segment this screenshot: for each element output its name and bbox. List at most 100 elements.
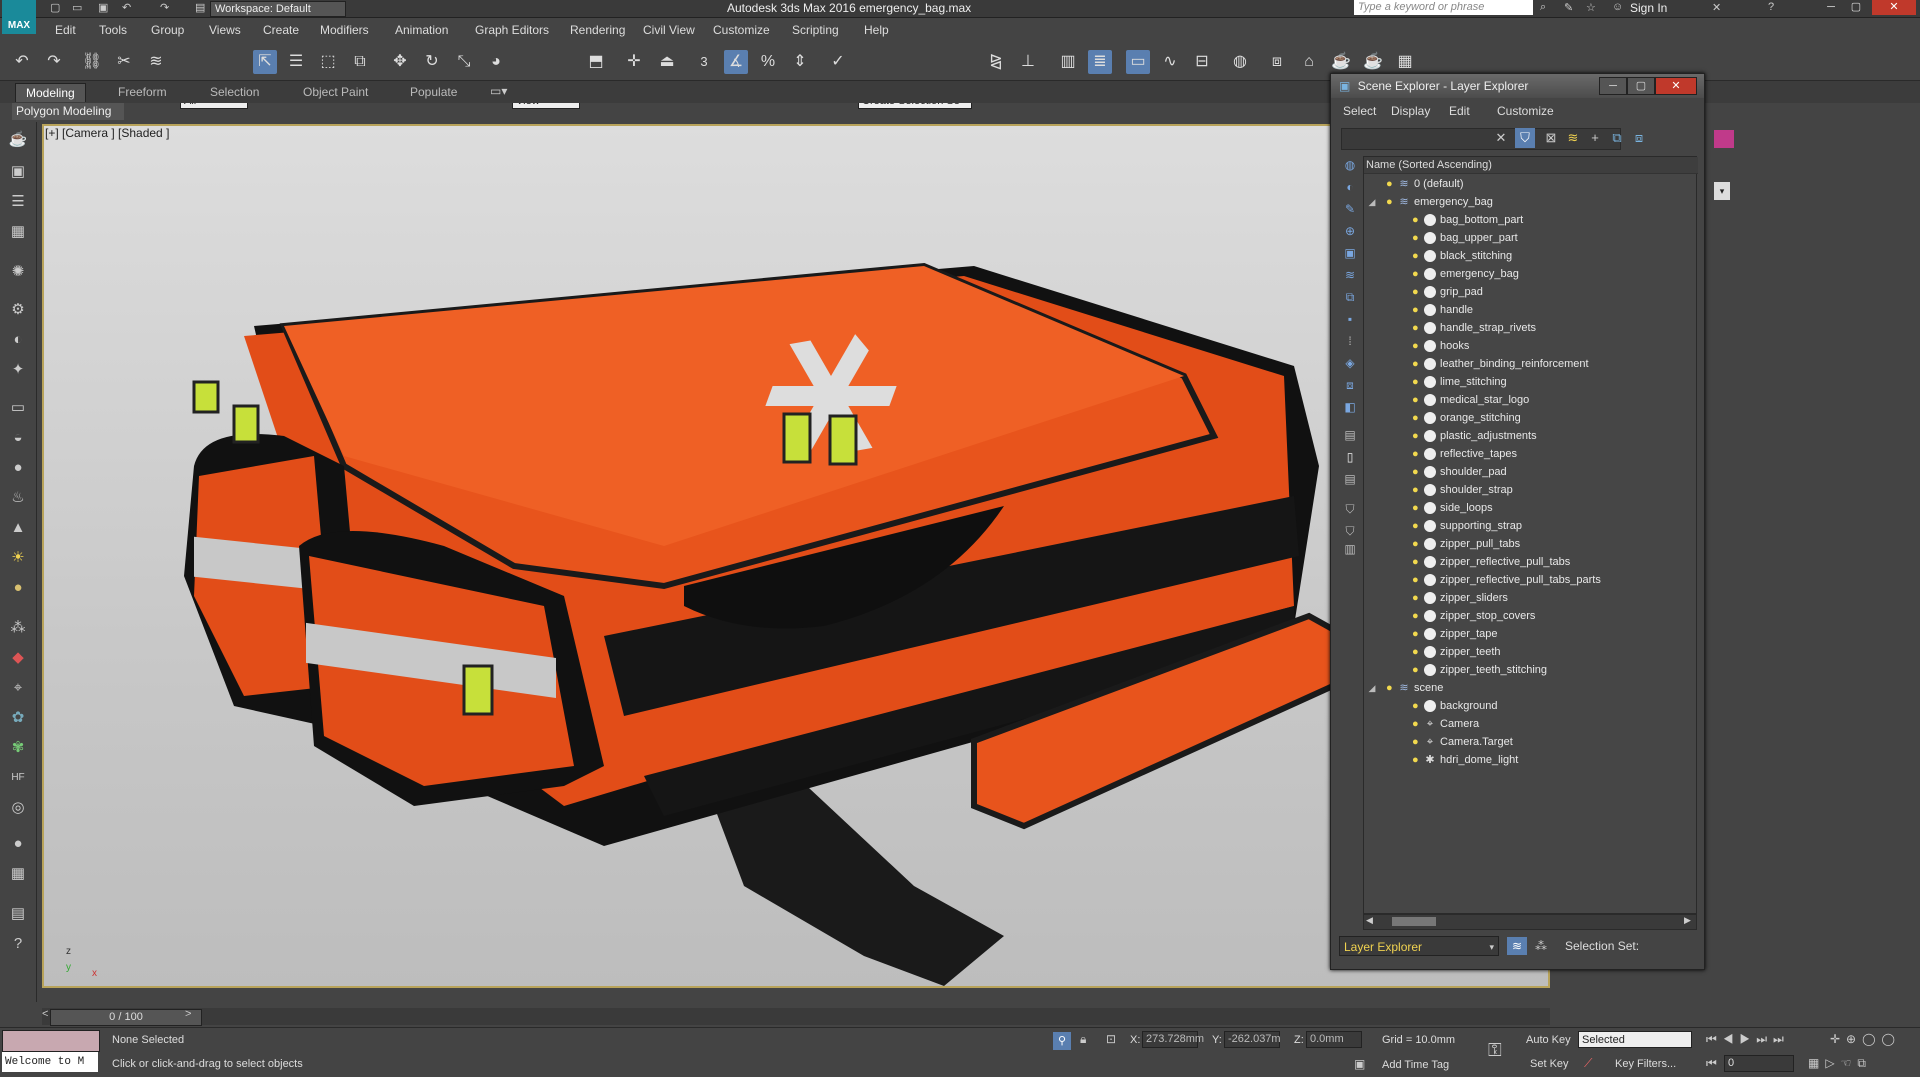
open-file-icon[interactable]: ▭: [72, 1, 82, 15]
layer-row[interactable]: ◢ ● ≋ emergency_bag: [1364, 193, 1696, 211]
motion-icon[interactable]: ◐: [6, 328, 30, 352]
menu-create[interactable]: Create: [263, 23, 299, 37]
object-row[interactable]: ● bag_upper_part: [1364, 229, 1696, 247]
filter-shapes-icon[interactable]: ✎: [1340, 200, 1360, 218]
visibility-bulb-icon[interactable]: ●: [1412, 409, 1422, 427]
time-prev-icon[interactable]: <: [42, 1008, 48, 1020]
se-close-button[interactable]: ✕: [1655, 77, 1697, 95]
menu-rendering[interactable]: Rendering: [570, 23, 625, 37]
app-logo[interactable]: MAX: [2, 0, 36, 34]
visibility-bulb-icon[interactable]: ●: [1412, 517, 1422, 535]
current-frame-field[interactable]: 0: [1724, 1055, 1794, 1072]
add-time-tag[interactable]: Add Time Tag: [1382, 1059, 1449, 1071]
rendered-frame-icon[interactable]: ⌂: [1297, 50, 1321, 74]
key-filters-button[interactable]: Key Filters...: [1615, 1058, 1676, 1070]
highlight-layer-icon[interactable]: ⧈: [1629, 128, 1649, 148]
object-row[interactable]: ● zipper_teeth_stitching: [1364, 661, 1696, 679]
object-row[interactable]: ● orange_stitching: [1364, 409, 1696, 427]
menu-views[interactable]: Views: [209, 23, 241, 37]
pyramid-icon[interactable]: ▲: [6, 516, 30, 540]
object-row[interactable]: ● ⌖ Camera: [1364, 715, 1696, 733]
visibility-bulb-icon[interactable]: ●: [1412, 247, 1422, 265]
unlink-icon[interactable]: ✂: [112, 50, 136, 74]
visibility-bulb-icon[interactable]: ●: [1412, 661, 1422, 679]
visibility-bulb-icon[interactable]: ●: [1412, 571, 1422, 589]
filter-list-icon[interactable]: ▤: [1340, 426, 1360, 444]
se-menu-edit[interactable]: Edit: [1449, 104, 1470, 118]
cone-icon[interactable]: ◒: [6, 426, 30, 450]
render-setup-icon[interactable]: ⧈: [1265, 50, 1289, 74]
table-icon[interactable]: ▦: [6, 862, 30, 886]
filter-geometry-icon[interactable]: ◐: [1340, 178, 1360, 196]
viewport-nav-controls[interactable]: ✛⊕◯◯: [1830, 1032, 1901, 1046]
se-menu-select[interactable]: Select: [1343, 104, 1376, 118]
render-online-icon[interactable]: ▦: [1393, 50, 1417, 74]
mirror-icon[interactable]: ⧎: [984, 50, 1008, 74]
menu-customize[interactable]: Customize: [713, 23, 770, 37]
display-icon[interactable]: ⚙: [6, 298, 30, 322]
visibility-bulb-icon[interactable]: ●: [1412, 535, 1422, 553]
spinner-snap-icon[interactable]: ⇕: [788, 50, 812, 74]
object-row[interactable]: ● hooks: [1364, 337, 1696, 355]
keyboard-shortcut-icon[interactable]: ⏏: [655, 50, 679, 74]
menu-edit[interactable]: Edit: [55, 23, 76, 37]
geosphere-icon[interactable]: ●: [6, 576, 30, 600]
help-icon[interactable]: ?: [1768, 1, 1774, 15]
edit-named-selection-icon[interactable]: ✓: [826, 50, 850, 74]
visibility-bulb-icon[interactable]: ●: [1412, 481, 1422, 499]
hair-icon[interactable]: ◎: [6, 796, 30, 820]
material-editor-icon[interactable]: ◍: [1228, 50, 1252, 74]
time-tag-icon[interactable]: ▣: [1354, 1057, 1365, 1071]
scroll-left-icon[interactable]: ◀: [1366, 915, 1373, 926]
menu-scripting[interactable]: Scripting: [792, 23, 839, 37]
visibility-bulb-icon[interactable]: ●: [1412, 229, 1422, 247]
visibility-bulb-icon[interactable]: ●: [1412, 283, 1422, 301]
menu-modifiers[interactable]: Modifiers: [320, 23, 369, 37]
filter-all-icon[interactable]: ◍: [1340, 156, 1360, 174]
curve-editor-icon[interactable]: ∿: [1158, 50, 1182, 74]
light-bulb-icon[interactable]: ✺: [6, 260, 30, 284]
layer-explorer-icon[interactable]: ≣: [1088, 50, 1112, 74]
filter-sheet-icon[interactable]: ▤: [1340, 470, 1360, 488]
y-coord-field[interactable]: -262.037m: [1224, 1031, 1281, 1048]
selection-lock-icon[interactable]: 🔒︎: [1080, 1032, 1086, 1047]
object-color-swatch[interactable]: [1714, 130, 1734, 148]
key-icon[interactable]: ⚿: [1488, 1040, 1502, 1061]
tab-object-paint[interactable]: Object Paint: [293, 83, 378, 101]
visibility-bulb-icon[interactable]: ●: [1412, 463, 1422, 481]
filter-lights-icon[interactable]: ⊕: [1340, 222, 1360, 240]
rotate-icon[interactable]: ↻: [420, 50, 444, 74]
add-icon[interactable]: +: [1585, 128, 1605, 148]
script-icon[interactable]: ▤: [6, 902, 30, 926]
viewport-layout-icon[interactable]: ▣: [6, 160, 30, 184]
clear-search-icon[interactable]: ✕: [1491, 128, 1511, 148]
undo-icon[interactable]: ↶: [122, 1, 131, 15]
help-circle-icon[interactable]: ?: [6, 932, 30, 956]
object-row[interactable]: ● emergency_bag: [1364, 265, 1696, 283]
object-row[interactable]: ● zipper_sliders: [1364, 589, 1696, 607]
object-row[interactable]: ● handle: [1364, 301, 1696, 319]
ribbon-options-icon[interactable]: ▭▾: [490, 84, 507, 98]
window-crossing-icon[interactable]: ⧉: [348, 50, 372, 74]
visibility-bulb-icon[interactable]: ●: [1412, 625, 1422, 643]
maxscript-listener-input[interactable]: Welcome to M: [2, 1052, 98, 1072]
absolute-mode-icon[interactable]: ⊡: [1106, 1032, 1116, 1046]
visibility-bulb-icon[interactable]: ●: [1412, 643, 1422, 661]
binoculars-icon[interactable]: ⌕: [1540, 1, 1546, 15]
schematic-view-icon[interactable]: ⊟: [1190, 50, 1214, 74]
se-menu-display[interactable]: Display: [1391, 104, 1430, 118]
search-input[interactable]: Type a keyword or phrase: [1354, 0, 1533, 15]
visibility-bulb-icon[interactable]: ●: [1412, 607, 1422, 625]
visibility-bulb-icon[interactable]: ●: [1412, 373, 1422, 391]
key-tangent-icon[interactable]: ⟋: [1584, 1056, 1592, 1071]
scale-icon[interactable]: ⤡: [452, 50, 476, 74]
filter-stack-icon[interactable]: ▥: [1340, 540, 1360, 558]
favorites-star-icon[interactable]: ☆: [1586, 1, 1596, 15]
filter-cameras-icon[interactable]: ▣: [1340, 244, 1360, 262]
visibility-bulb-icon[interactable]: ●: [1412, 733, 1422, 751]
filter-funnel-icon[interactable]: ⛉: [1340, 500, 1360, 518]
sphere-shaded-icon[interactable]: ●: [6, 832, 30, 856]
auto-key-button[interactable]: Auto Key: [1526, 1034, 1571, 1046]
filter-helpers-icon[interactable]: ≋: [1340, 266, 1360, 284]
object-row[interactable]: ● plastic_adjustments: [1364, 427, 1696, 445]
